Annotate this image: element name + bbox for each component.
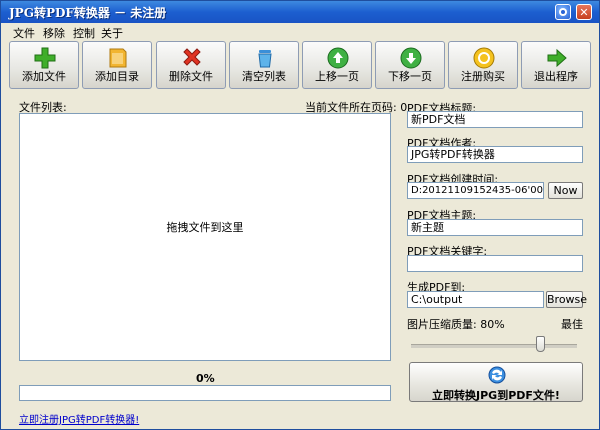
close-button[interactable]: ✕ [576, 4, 592, 20]
move-up-button[interactable]: 上移一页 [302, 41, 372, 89]
pdf-keywords-field[interactable] [407, 255, 583, 272]
pdf-title-field[interactable]: 新PDF文档 [407, 111, 583, 128]
help-button[interactable] [555, 4, 571, 20]
convert-button[interactable]: 立即转换JPG到PDF文件! [409, 362, 583, 402]
help-icon [559, 8, 567, 16]
delete-file-label: 删除文件 [169, 70, 213, 83]
move-down-button[interactable]: 下移一页 [375, 41, 445, 89]
add-file-button[interactable]: 添加文件 [9, 41, 79, 89]
register-label: 注册购买 [461, 70, 505, 83]
quality-slider-thumb[interactable] [536, 336, 545, 352]
add-folder-button[interactable]: 添加目录 [82, 41, 152, 89]
quality-best-label: 最佳 [561, 318, 583, 331]
output-path-field[interactable]: C:\output [407, 291, 544, 308]
exit-icon [547, 48, 567, 68]
clear-list-button[interactable]: 清空列表 [229, 41, 299, 89]
progress-bar [19, 385, 391, 401]
clear-list-icon [258, 50, 272, 68]
window-title: JPG转PDF转换器 － 未注册 [9, 6, 167, 20]
clear-list-label: 清空列表 [242, 70, 286, 83]
menu-control[interactable]: 控制 [73, 25, 95, 41]
quality-label: 图片压缩质量: 80% [407, 318, 505, 331]
quality-slider-track[interactable] [411, 344, 577, 348]
close-icon: ✕ [579, 5, 589, 19]
menu-about[interactable]: 关于 [101, 25, 123, 41]
progress-text: 0% [196, 372, 215, 385]
register-icon [473, 47, 495, 69]
convert-label: 立即转换JPG到PDF文件! [432, 389, 560, 402]
move-down-label: 下移一页 [388, 70, 432, 83]
delete-file-button[interactable]: 删除文件 [156, 41, 226, 89]
move-down-icon [400, 47, 422, 69]
title-bar: JPG转PDF转换器 － 未注册 ✕ [1, 1, 599, 23]
exit-label: 退出程序 [534, 70, 578, 83]
now-button[interactable]: Now [548, 182, 583, 199]
add-file-label: 添加文件 [22, 70, 66, 83]
pdf-subject-field[interactable]: 新主题 [407, 219, 583, 236]
browse-button[interactable]: Browse [546, 291, 587, 308]
register-button[interactable]: 注册购买 [448, 41, 518, 89]
move-up-icon [327, 47, 349, 69]
pdf-author-field[interactable]: JPG转PDF转换器 [407, 146, 583, 163]
exit-button[interactable]: 退出程序 [521, 41, 591, 89]
add-folder-label: 添加目录 [95, 70, 139, 83]
file-list-panel[interactable]: 拖拽文件到这里 [19, 113, 391, 361]
convert-icon [488, 366, 506, 384]
drop-hint: 拖拽文件到这里 [166, 221, 244, 234]
menu-file[interactable]: 文件 [13, 25, 35, 41]
pdf-created-field[interactable]: D:20121109152435-06'00 [407, 182, 544, 199]
menu-bar: 文件 移除 控制 关于 [1, 23, 599, 41]
add-folder-icon [109, 48, 127, 68]
toolbar: 添加文件 添加目录 删除文件 清空列表 上移一页 下移一页 注册购买 退出程序 [9, 41, 591, 91]
move-up-label: 上移一页 [315, 70, 359, 83]
delete-icon [183, 48, 201, 66]
register-link[interactable]: 立即注册JPG转PDF转换器! [19, 411, 139, 426]
menu-remove[interactable]: 移除 [43, 25, 65, 41]
add-file-icon [34, 47, 56, 69]
app-window: JPG转PDF转换器 － 未注册 ✕ 文件 移除 控制 关于 添加文件 添加目录 [0, 0, 600, 430]
